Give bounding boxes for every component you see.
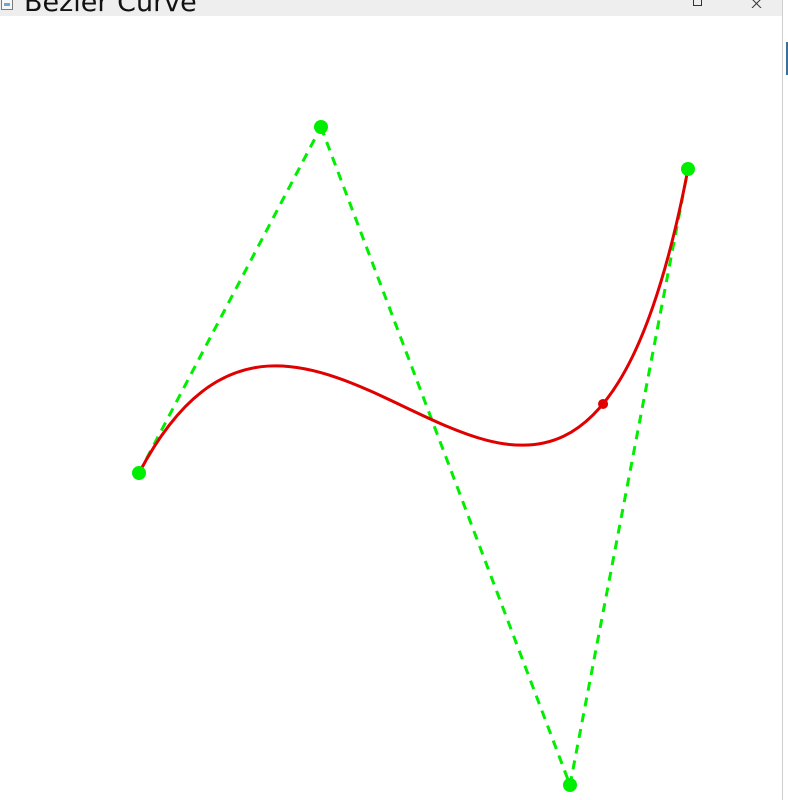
control-polygon-segment (568, 168, 690, 786)
control-polygon-segment (319, 126, 572, 786)
curve-layer (137, 168, 690, 474)
maximize-icon (692, 0, 702, 6)
title-bar[interactable]: Beziér Curve (0, 0, 782, 16)
control-point-0[interactable] (132, 466, 146, 480)
control-polygon-segment (137, 126, 323, 474)
close-button[interactable] (737, 0, 777, 16)
control-point-3[interactable] (681, 162, 695, 176)
window-edge (782, 0, 788, 800)
control-points (132, 120, 695, 792)
control-point-1[interactable] (314, 120, 328, 134)
window-title: Beziér Curve (24, 0, 197, 16)
maximize-button[interactable] (677, 0, 717, 16)
close-icon (751, 0, 763, 8)
curve-position-marker[interactable] (598, 398, 609, 409)
control-polygon (137, 126, 690, 786)
bezier-drawing (132, 120, 695, 792)
bezier-curve (137, 168, 690, 474)
app-icon (1, 0, 13, 10)
bezier-canvas[interactable] (0, 16, 782, 800)
control-point-2[interactable] (563, 778, 577, 792)
